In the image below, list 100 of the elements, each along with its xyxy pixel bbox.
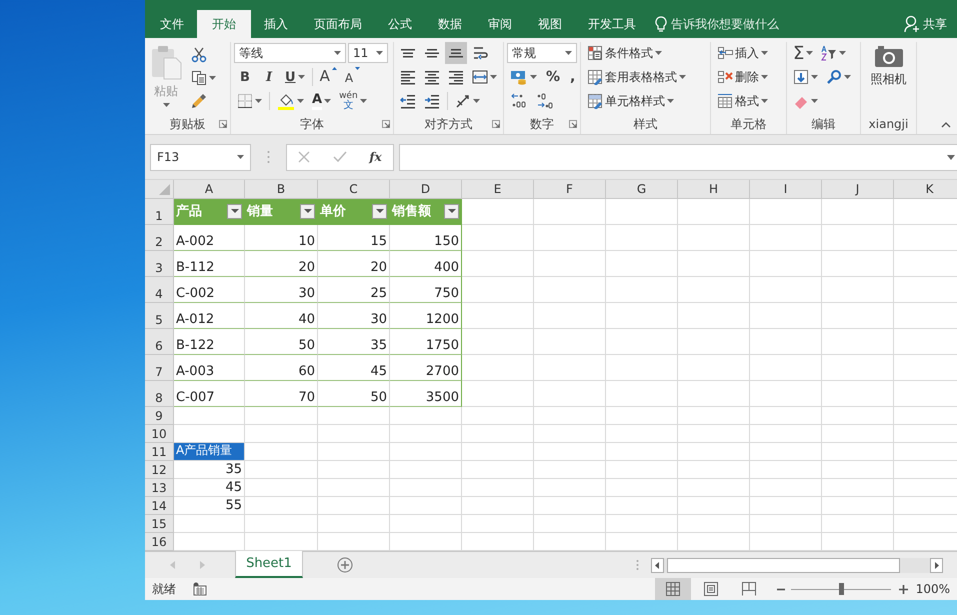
grid-cell[interactable]	[534, 329, 606, 355]
grid-cell[interactable]	[678, 329, 750, 355]
grid-cell[interactable]	[750, 381, 822, 407]
grid-cell[interactable]	[245, 497, 318, 515]
ribbon-tab[interactable]: 开始	[197, 10, 251, 38]
grid-cell[interactable]	[678, 443, 750, 461]
grid-cell[interactable]	[245, 425, 318, 443]
grid-cell[interactable]	[462, 479, 534, 497]
row-header[interactable]: 13	[145, 479, 174, 497]
grid-cell[interactable]	[390, 497, 462, 515]
number-format-field[interactable]: 常规	[507, 43, 577, 63]
grid-cell[interactable]	[534, 461, 606, 479]
column-header[interactable]: H	[678, 180, 750, 198]
grid-cell[interactable]	[534, 381, 606, 407]
row-header[interactable]: 16	[145, 533, 174, 551]
column-header[interactable]: G	[606, 180, 678, 198]
grid-cell[interactable]	[245, 443, 318, 461]
cells-menu-button[interactable]: 插入	[714, 42, 771, 64]
grid-cell[interactable]	[606, 329, 678, 355]
grid-cell[interactable]	[462, 407, 534, 425]
grid-cell[interactable]	[534, 425, 606, 443]
row-header[interactable]: 1	[145, 199, 174, 225]
grid-cell[interactable]	[390, 461, 462, 479]
add-sheet-icon[interactable]	[337, 557, 353, 573]
grid-cell[interactable]	[462, 303, 534, 329]
grid-cell[interactable]	[750, 199, 822, 225]
filter-dropdown-button[interactable]	[372, 204, 387, 218]
grid-cell[interactable]	[822, 277, 894, 303]
grid-cell[interactable]	[750, 479, 822, 497]
grid-cell[interactable]	[534, 355, 606, 381]
grid-cell[interactable]	[318, 461, 390, 479]
filter-dropdown-button[interactable]	[300, 204, 315, 218]
grid-cell[interactable]	[318, 407, 390, 425]
decrease-font-size-button[interactable]: A	[342, 67, 364, 87]
grid-cell[interactable]	[822, 329, 894, 355]
grid-cell[interactable]	[462, 199, 534, 225]
dialog-launcher-icon[interactable]	[569, 120, 577, 128]
name-box[interactable]: F13	[150, 144, 251, 170]
italic-button[interactable]: I	[258, 67, 280, 87]
grid-cell[interactable]	[678, 277, 750, 303]
grid-cell[interactable]	[606, 225, 678, 251]
grid-cell[interactable]	[822, 497, 894, 515]
grid-cell[interactable]	[678, 407, 750, 425]
grid-cell[interactable]	[390, 443, 462, 461]
grid-cell[interactable]	[822, 381, 894, 407]
grid-cell[interactable]	[606, 407, 678, 425]
grid-cell[interactable]	[750, 329, 822, 355]
grid-cell[interactable]	[822, 251, 894, 277]
grid-cell[interactable]	[462, 225, 534, 251]
font-color-button[interactable]: A	[309, 90, 334, 112]
grid-cell[interactable]	[822, 199, 894, 225]
row-header[interactable]: 11	[145, 443, 174, 461]
bold-button[interactable]: B	[234, 67, 256, 87]
row-header[interactable]: 10	[145, 425, 174, 443]
row-header[interactable]: 7	[145, 355, 174, 381]
grid-cell[interactable]	[462, 461, 534, 479]
grid-cell[interactable]	[606, 443, 678, 461]
zoom-level-text[interactable]: 100%	[916, 582, 950, 596]
column-header[interactable]: C	[318, 180, 390, 198]
grid-cell[interactable]	[462, 355, 534, 381]
row-header[interactable]: 8	[145, 381, 174, 407]
alignment-button[interactable]	[445, 42, 467, 64]
grid-cell[interactable]	[678, 251, 750, 277]
grid-cell[interactable]	[245, 407, 318, 425]
grid-cell[interactable]	[318, 425, 390, 443]
grid-cell[interactable]	[678, 303, 750, 329]
grid-cell[interactable]	[750, 407, 822, 425]
ribbon-tab[interactable]: 页面布局	[301, 10, 375, 38]
column-header[interactable]: A	[174, 180, 245, 198]
expand-caret-icon[interactable]	[947, 154, 955, 160]
ribbon-tab[interactable]: 插入	[251, 10, 301, 38]
grid-cell[interactable]	[245, 479, 318, 497]
macro-record-icon[interactable]	[193, 582, 207, 596]
grid-cell[interactable]	[678, 515, 750, 533]
grid-cell[interactable]	[678, 225, 750, 251]
grid-cell[interactable]	[750, 303, 822, 329]
dialog-launcher-icon[interactable]	[492, 120, 500, 128]
select-all-icon[interactable]	[159, 184, 170, 195]
grid-cell[interactable]	[534, 277, 606, 303]
row-header[interactable]: 15	[145, 515, 174, 533]
font-name-field[interactable]: 等线	[234, 43, 346, 63]
grid-cell[interactable]	[462, 381, 534, 407]
row-header[interactable]: 3	[145, 251, 174, 277]
insert-function-button[interactable]: fx	[369, 150, 382, 164]
grid-cell[interactable]	[534, 199, 606, 225]
grid-cell[interactable]	[245, 461, 318, 479]
cells-menu-button[interactable]: 格式	[714, 90, 771, 112]
grid-cell[interactable]	[318, 479, 390, 497]
grid-cell[interactable]	[750, 425, 822, 443]
grid-cell[interactable]	[822, 303, 894, 329]
grid-cell[interactable]	[606, 199, 678, 225]
grid-cell[interactable]	[678, 199, 750, 225]
comma-style-button[interactable]: ,	[566, 66, 580, 88]
percent-button[interactable]: %	[542, 66, 564, 88]
grid-cell[interactable]	[822, 461, 894, 479]
column-header[interactable]: E	[462, 180, 534, 198]
grid-cell[interactable]	[606, 461, 678, 479]
column-header[interactable]: F	[534, 180, 606, 198]
grid-cell[interactable]	[606, 381, 678, 407]
grid-cell[interactable]	[390, 479, 462, 497]
